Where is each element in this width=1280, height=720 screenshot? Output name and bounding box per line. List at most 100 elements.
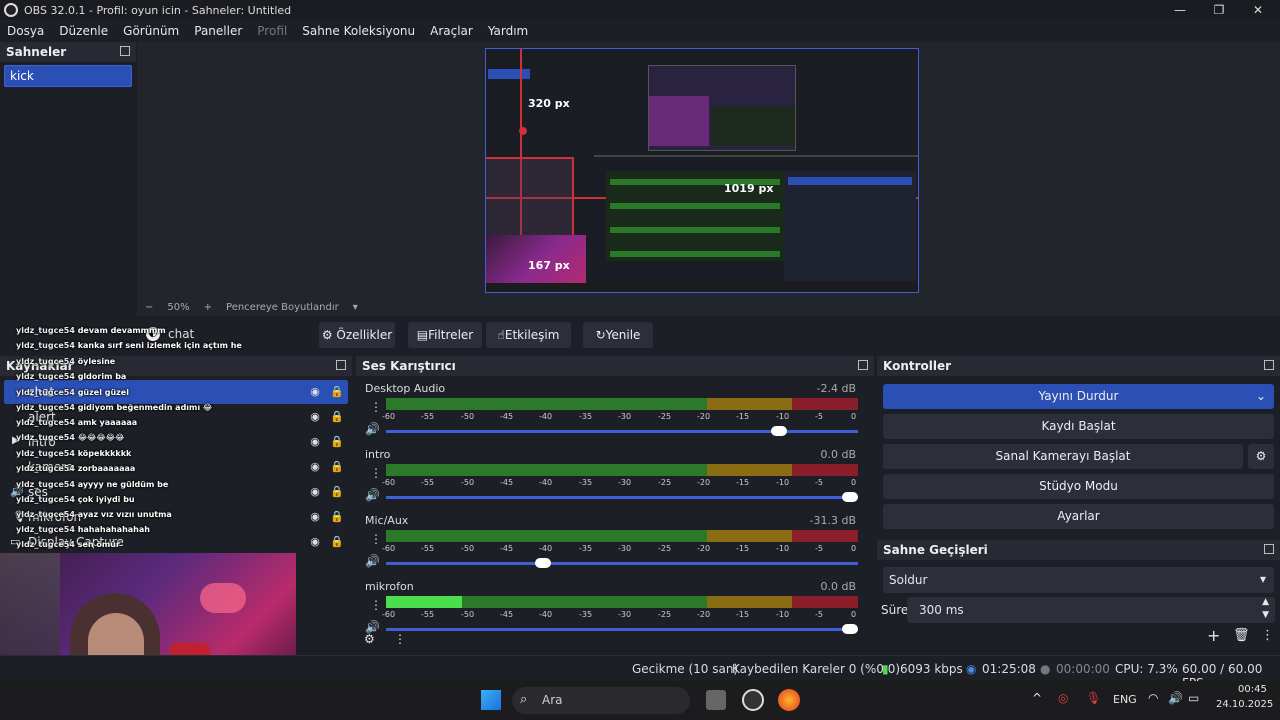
menu-paneller[interactable]: Paneller <box>194 24 242 38</box>
gear-icon[interactable]: ⚙ <box>1248 444 1274 469</box>
lock-icon[interactable]: 🔒 <box>330 385 344 399</box>
settings-button[interactable]: Ayarlar <box>883 504 1274 529</box>
handle-dot[interactable] <box>519 127 527 135</box>
virtual-camera-button[interactable]: Sanal Kamerayı Başlat <box>883 444 1243 469</box>
volume-slider[interactable] <box>386 624 858 634</box>
nested-meter-3 <box>610 227 780 233</box>
chat-user: yldz_tugce54 <box>16 449 75 458</box>
volume-knob[interactable] <box>842 624 858 634</box>
zoom-in-button[interactable]: + <box>204 302 212 313</box>
studio-mode-button[interactable]: Stüdyo Modu <box>883 474 1274 499</box>
tick-label: -10 <box>776 610 790 619</box>
eye-icon[interactable]: ◉ <box>308 410 322 424</box>
menu-sahne-koleksiyonu[interactable]: Sahne Koleksiyonu <box>302 24 415 38</box>
volume-knob[interactable] <box>771 426 788 436</box>
spin-up-icon[interactable]: ▲ <box>1262 597 1269 607</box>
lock-icon[interactable]: 🔒 <box>330 510 344 524</box>
tick-label: -50 <box>461 544 475 553</box>
taskbar-search[interactable]: ⌕ Ara <box>512 687 690 714</box>
kebab-menu-icon[interactable]: ⋮ <box>370 532 382 546</box>
gear-icon[interactable]: ⚙ <box>364 632 375 646</box>
maximize-button[interactable]: ❐ <box>1199 0 1239 20</box>
speaker-icon[interactable]: 🔊 <box>365 488 380 502</box>
eye-icon[interactable]: ◉ <box>308 435 322 449</box>
chevron-up-icon[interactable]: ^ <box>1032 691 1042 705</box>
scene-item-kick[interactable]: kick <box>4 65 132 87</box>
speaker-icon[interactable]: 🔊 <box>365 554 380 568</box>
zoom-out-button[interactable]: − <box>145 302 153 313</box>
properties-button[interactable]: ⚙ Özellikler <box>319 322 395 348</box>
obs-taskbar-icon[interactable] <box>742 689 764 711</box>
dock-icon[interactable] <box>336 360 346 370</box>
volume-slider[interactable] <box>386 492 858 502</box>
kebab-menu-icon[interactable]: ⋮ <box>1261 628 1274 643</box>
kebab-menu-icon[interactable]: ⋮ <box>394 632 406 646</box>
clock-time[interactable]: 00:45 <box>1238 684 1267 695</box>
spin-down-icon[interactable]: ▼ <box>1262 610 1269 620</box>
language-indicator[interactable]: ENG <box>1113 693 1137 706</box>
transition-value: Soldur <box>889 573 928 587</box>
minimize-button[interactable]: — <box>1160 0 1200 20</box>
eye-icon[interactable]: ◉ <box>308 460 322 474</box>
trash-icon[interactable]: 🗑 <box>1233 628 1250 643</box>
lock-icon[interactable]: 🔒 <box>330 485 344 499</box>
volume-slider[interactable] <box>386 426 858 436</box>
refresh-button[interactable]: ↻Yenile <box>583 322 653 348</box>
menu-duzenle[interactable]: Düzenle <box>59 24 108 38</box>
dock-icon[interactable] <box>1264 544 1274 554</box>
lock-icon[interactable]: 🔒 <box>330 535 344 549</box>
eye-icon[interactable]: ◉ <box>308 485 322 499</box>
menu-yardim[interactable]: Yardım <box>488 24 528 38</box>
windows-start-icon[interactable] <box>481 690 501 710</box>
menu-gorunum[interactable]: Görünüm <box>123 24 179 38</box>
chat-text: devam devammmm <box>77 326 166 335</box>
speaker-icon[interactable]: 🔊 <box>365 422 380 436</box>
close-button[interactable]: ✕ <box>1238 0 1278 20</box>
volume-knob[interactable] <box>535 558 552 568</box>
lock-icon[interactable]: 🔒 <box>330 460 344 474</box>
wifi-icon[interactable]: ◠ <box>1148 691 1158 705</box>
volume-icon[interactable]: 🔊 <box>1168 691 1183 705</box>
clock-date[interactable]: 24.10.2025 <box>1216 699 1273 710</box>
task-view-icon[interactable] <box>706 690 726 710</box>
dock-icon[interactable] <box>120 46 130 56</box>
kebab-menu-icon[interactable]: ⋮ <box>370 598 382 612</box>
menu-araclar[interactable]: Araçlar <box>430 24 473 38</box>
lock-icon[interactable]: 🔒 <box>330 435 344 449</box>
stop-stream-button[interactable]: Yayını Durdur ⌄ <box>883 384 1274 409</box>
lock-icon[interactable]: 🔒 <box>330 410 344 424</box>
interact-button[interactable]: ☝Etkileşim <box>486 322 571 348</box>
chevron-down-icon[interactable]: ⌄ <box>1256 384 1266 409</box>
menu-dosya[interactable]: Dosya <box>7 24 44 38</box>
eye-icon[interactable]: ◉ <box>308 510 322 524</box>
kebab-menu-icon[interactable]: ⋮ <box>370 400 382 414</box>
volume-knob[interactable] <box>842 492 858 502</box>
add-transition-icon[interactable]: + <box>1207 626 1220 645</box>
tick-label: 0 <box>851 478 857 487</box>
microphone-icon[interactable]: 🎙 <box>1086 691 1101 705</box>
record-time: 00:00:00 <box>1056 662 1110 676</box>
start-record-button[interactable]: Kaydı Başlat <box>883 414 1274 439</box>
dock-icon[interactable] <box>858 360 868 370</box>
kebab-menu-icon[interactable]: ⋮ <box>370 466 382 480</box>
eye-icon[interactable]: ◉ <box>308 385 322 399</box>
properties-label: Özellikler <box>336 328 393 342</box>
chat-message: yldz_tugce54 ayyyy ne güldüm be <box>16 480 168 489</box>
eye-icon[interactable]: ◉ <box>308 535 322 549</box>
interact-label: Etkileşim <box>504 328 560 342</box>
preview-canvas[interactable]: 320 px 1019 px 167 px <box>485 48 919 293</box>
menu-profil[interactable]: Profil <box>257 24 287 38</box>
firefox-icon[interactable] <box>778 689 800 711</box>
duration-input[interactable]: 300 ms ▲ ▼ <box>907 597 1275 623</box>
chevron-down-icon[interactable]: ▾ <box>353 302 358 313</box>
fit-window-label[interactable]: Pencereye Boyutlandır <box>226 302 339 313</box>
dock-icon[interactable] <box>1264 360 1274 370</box>
filters-button[interactable]: ▤Filtreler <box>408 322 482 348</box>
tick-label: -30 <box>618 610 632 619</box>
battery-icon[interactable]: ▭ <box>1188 691 1199 705</box>
tick-label: -10 <box>776 478 790 487</box>
tray-app-icon[interactable]: ◎ <box>1058 691 1068 705</box>
selected-source-box[interactable] <box>486 157 574 237</box>
volume-slider[interactable] <box>386 558 858 568</box>
transition-select[interactable]: Soldur ▾ <box>883 567 1274 593</box>
